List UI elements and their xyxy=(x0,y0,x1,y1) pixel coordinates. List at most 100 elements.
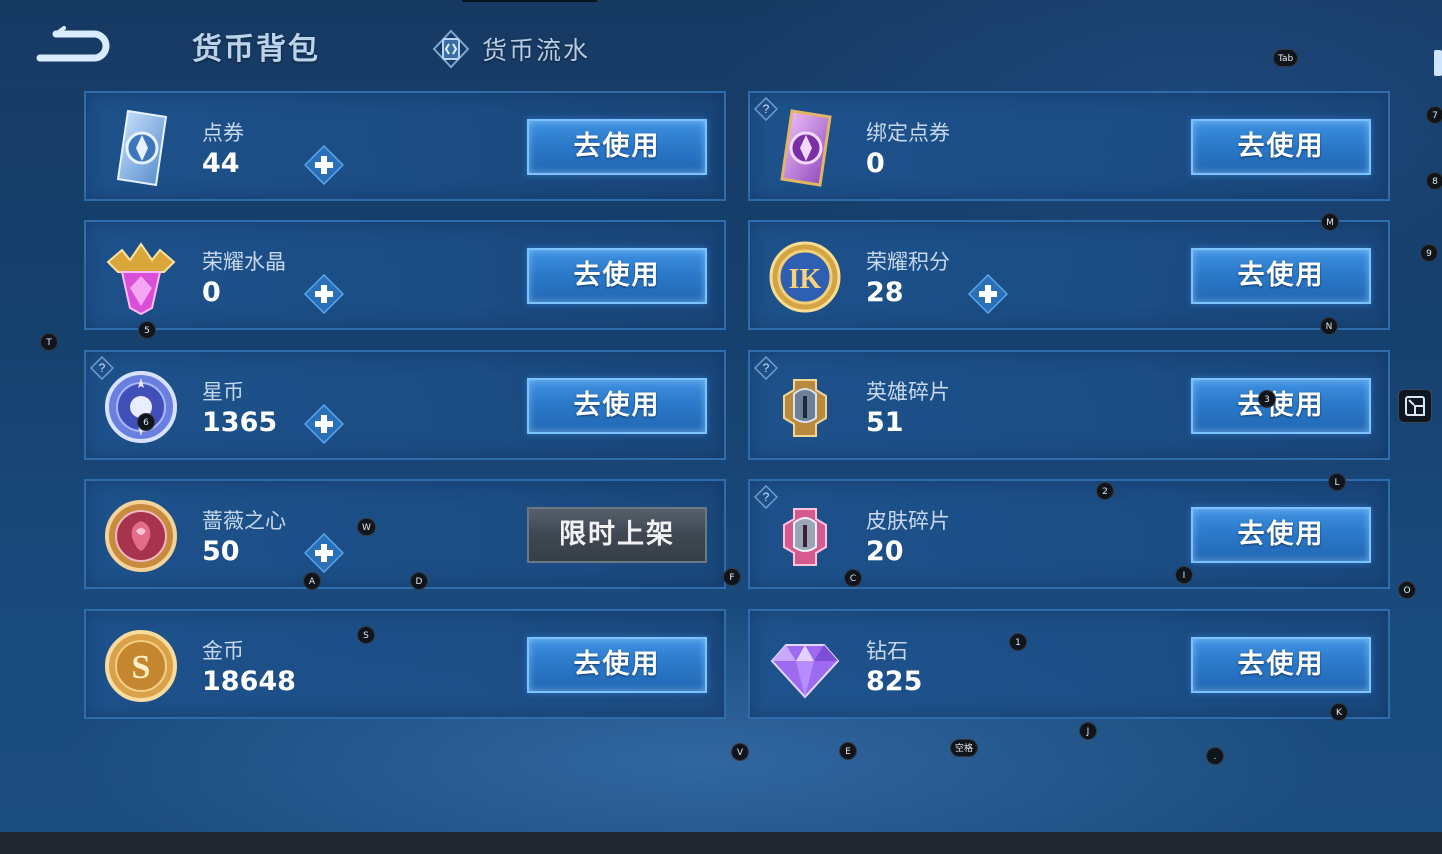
use-button[interactable]: 去使用 xyxy=(527,637,707,693)
add-currency-button[interactable] xyxy=(303,273,345,315)
key-hint-s: S xyxy=(357,626,375,644)
currency-amount: 0 xyxy=(202,277,221,308)
add-currency-button[interactable] xyxy=(303,403,345,445)
voucher-icon xyxy=(100,107,182,189)
key-hint-8: 8 xyxy=(1426,172,1442,190)
currency-name: 蔷薇之心 xyxy=(202,509,286,533)
currency-amount: 28 xyxy=(866,277,904,308)
currency-amount: 1365 xyxy=(202,407,278,438)
skin-fragment-icon xyxy=(764,495,846,577)
key-hint-space: 空格 xyxy=(950,739,979,757)
key-hint-j: J xyxy=(1079,722,1097,740)
currency-flow-icon xyxy=(432,29,470,69)
add-currency-button[interactable] xyxy=(967,273,1009,315)
currency-amount: 20 xyxy=(866,536,904,567)
tab-currency-flow[interactable]: 货币流水 xyxy=(430,28,590,70)
use-button[interactable]: 去使用 xyxy=(527,119,707,175)
key-hint-f: F xyxy=(723,568,741,586)
plus-icon xyxy=(303,273,345,315)
screen-capture-icon xyxy=(1405,396,1425,416)
currency-amount: 825 xyxy=(866,666,923,697)
currency-amount: 50 xyxy=(202,536,240,567)
glory-points-icon: IK xyxy=(764,236,846,318)
currency-backpack-screen: 货币背包 货币流水 点券 44 去使用 ? 绑定点券 0 去使用 荣耀水晶 0 … xyxy=(0,0,1442,832)
key-hint-e: E xyxy=(839,742,857,760)
add-currency-button[interactable] xyxy=(303,532,345,574)
key-hint-l: L xyxy=(1328,473,1346,491)
currency-name: 星币 xyxy=(202,380,244,404)
add-currency-button[interactable] xyxy=(303,144,345,186)
tab-currency-flow-label: 货币流水 xyxy=(482,36,591,65)
back-arrow-icon xyxy=(36,26,110,62)
back-button[interactable] xyxy=(34,26,112,66)
key-hint-2: 2 xyxy=(1096,482,1114,500)
key-hint-a: A xyxy=(303,572,321,590)
key-hint-n: N xyxy=(1320,317,1338,335)
currency-card-glory-crystal: 荣耀水晶 0 去使用 xyxy=(84,220,726,330)
key-hint-k: K xyxy=(1330,703,1348,721)
key-hint-d: D xyxy=(410,572,428,590)
currency-name: 绑定点券 xyxy=(866,121,950,145)
currency-card-glory-points: IK 荣耀积分 28 去使用 xyxy=(748,220,1390,330)
use-button[interactable]: 去使用 xyxy=(1191,378,1371,434)
use-button[interactable]: 去使用 xyxy=(527,378,707,434)
currency-name: 皮肤碎片 xyxy=(866,509,950,533)
key-hint-v: V xyxy=(731,743,749,761)
currency-amount: 44 xyxy=(202,148,240,179)
currency-card-diamond: 钻石 825 去使用 xyxy=(748,609,1390,719)
key-hint-i: I xyxy=(1175,566,1193,584)
hero-fragment-icon xyxy=(764,366,846,448)
glory-crystal-icon xyxy=(100,236,182,318)
bound-voucher-icon xyxy=(764,107,846,189)
currency-name: 钻石 xyxy=(866,639,908,663)
use-button[interactable]: 去使用 xyxy=(1191,119,1371,175)
key-hint-3: 3 xyxy=(1258,390,1276,408)
currency-card-bound-voucher: ? 绑定点券 0 去使用 xyxy=(748,91,1390,201)
star-coin-icon xyxy=(100,366,182,448)
key-hint-o: O xyxy=(1398,581,1416,599)
currency-card-gold-coin: S 金币 18648 去使用 xyxy=(84,609,726,719)
currency-amount: 0 xyxy=(866,148,885,179)
currency-name: 点券 xyxy=(202,121,244,145)
currency-name: 荣耀积分 xyxy=(866,250,950,274)
currency-card-hero-fragment: ? 英雄碎片 51 去使用 xyxy=(748,350,1390,460)
key-hint-t: T xyxy=(40,333,58,351)
plus-icon xyxy=(967,273,1009,315)
key-hint-7: 7 xyxy=(1426,106,1442,124)
key-hint-5: 5 xyxy=(138,321,156,339)
key-hint-c: C xyxy=(844,569,862,587)
key-hint-w: W xyxy=(357,518,376,536)
key-hint-m: M xyxy=(1321,213,1339,231)
key-hint-1: 1 xyxy=(1009,633,1027,651)
svg-text:IK: IK xyxy=(789,264,822,295)
currency-name: 荣耀水晶 xyxy=(202,250,286,274)
currency-amount: 18648 xyxy=(202,666,296,697)
screen-capture-button[interactable] xyxy=(1398,389,1432,423)
svg-text:S: S xyxy=(132,649,151,686)
currency-card-rose-heart: 蔷薇之心 50 限时上架 xyxy=(84,479,726,589)
gold-coin-icon: S xyxy=(100,625,182,707)
limited-time-button: 限时上架 xyxy=(527,507,707,563)
diamond-icon xyxy=(764,625,846,707)
use-button[interactable]: 去使用 xyxy=(1191,507,1371,563)
key-hint-tab: Tab xyxy=(1273,49,1299,67)
key-hint-9: 9 xyxy=(1420,244,1438,262)
currency-amount: 51 xyxy=(866,407,904,438)
key-hint-6: 6 xyxy=(137,413,155,431)
currency-card-star-coin: ? 星币 1365 去使用 xyxy=(84,350,726,460)
key-hint-dot: . xyxy=(1206,747,1224,765)
edge-handle[interactable] xyxy=(1434,50,1442,76)
plus-icon xyxy=(303,144,345,186)
bottom-bar xyxy=(0,832,1442,854)
rose-heart-icon xyxy=(100,495,182,577)
use-button[interactable]: 去使用 xyxy=(1191,248,1371,304)
tab-currency-backpack[interactable]: 货币背包 xyxy=(192,24,320,68)
top-divider xyxy=(462,0,597,2)
currency-name: 金币 xyxy=(202,639,244,663)
plus-icon xyxy=(303,532,345,574)
use-button[interactable]: 去使用 xyxy=(527,248,707,304)
currency-name: 英雄碎片 xyxy=(866,380,950,404)
use-button[interactable]: 去使用 xyxy=(1191,637,1371,693)
plus-icon xyxy=(303,403,345,445)
currency-card-voucher: 点券 44 去使用 xyxy=(84,91,726,201)
